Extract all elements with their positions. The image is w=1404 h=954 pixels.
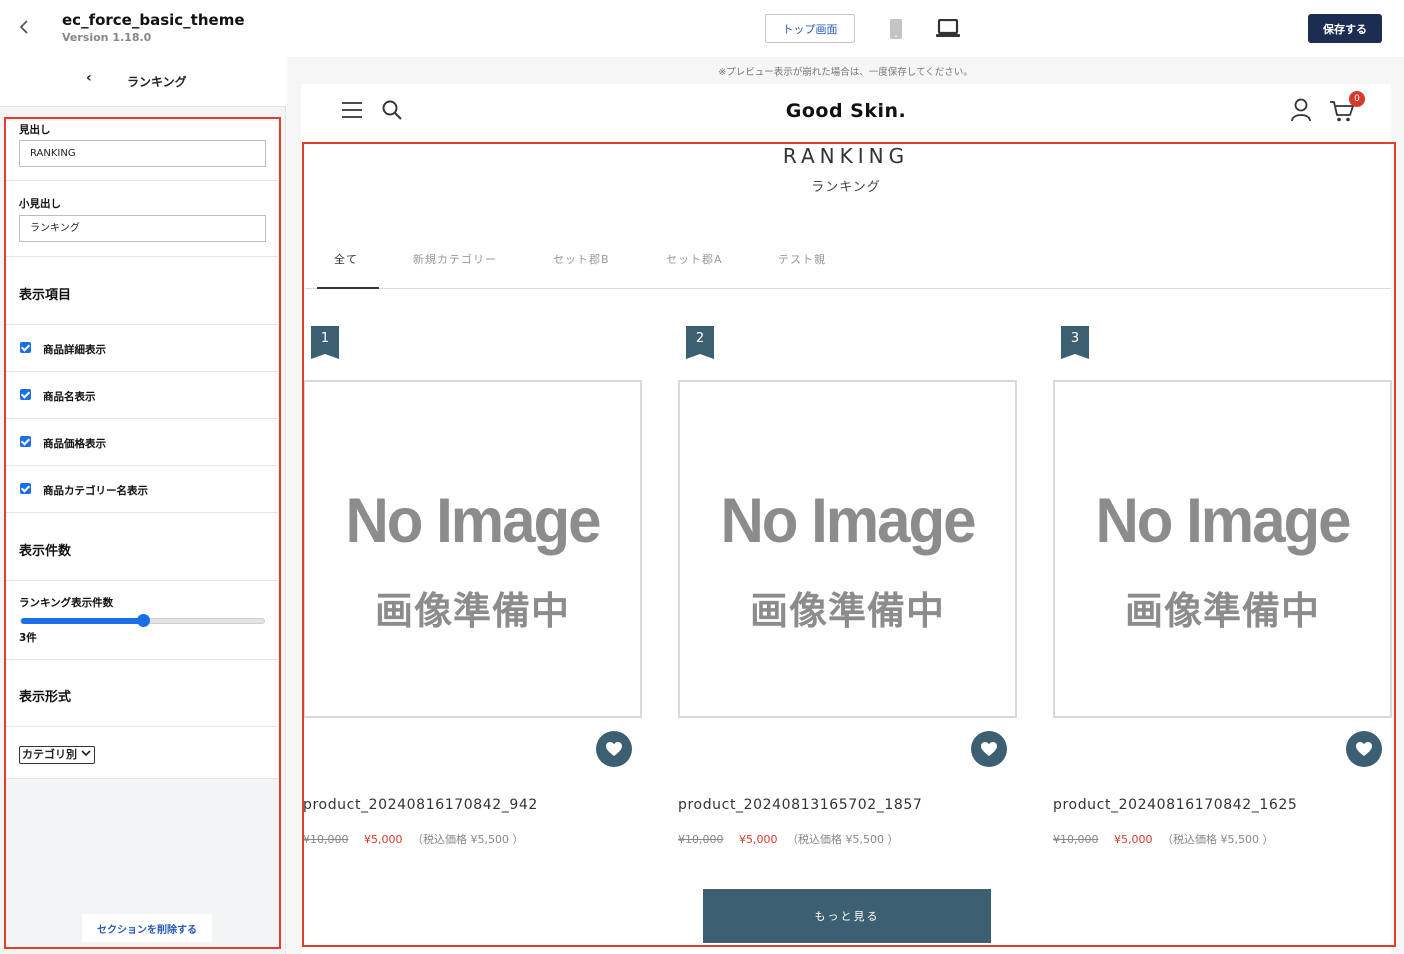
- tab-test-parent[interactable]: テスト親: [778, 251, 826, 267]
- display-count-heading: 表示件数: [19, 544, 72, 559]
- rank-badge: 1: [311, 326, 339, 359]
- format-select-row: カテゴリ別: [6, 727, 278, 779]
- theme-version: Version 1.18.0: [62, 31, 152, 44]
- product-name[interactable]: product_20240813165702_1857: [678, 797, 922, 813]
- original-price: ¥10,000: [678, 833, 724, 846]
- product-category-checkbox[interactable]: [20, 483, 31, 494]
- save-button[interactable]: 保存する: [1308, 14, 1382, 43]
- product-detail-checkbox[interactable]: [20, 342, 31, 353]
- chevron-down-icon: [81, 748, 91, 764]
- ranking-subtitle: ランキング: [811, 180, 881, 195]
- view-more-button[interactable]: もっと見る: [703, 889, 991, 943]
- ranking-count-slider[interactable]: [20, 614, 265, 627]
- display-format-heading: 表示形式: [19, 690, 72, 705]
- rank-badge: 3: [1061, 326, 1089, 359]
- display-items-row: 表示項目: [6, 257, 278, 325]
- heading-field-row: 見出し RANKING: [6, 121, 278, 181]
- active-tab-underline: [317, 287, 379, 289]
- sale-price: ¥5,000: [364, 833, 403, 846]
- heart-icon: [981, 742, 997, 756]
- checkbox-label: 商品カテゴリー名表示: [43, 485, 148, 497]
- count-heading-row: 表示件数: [6, 513, 278, 581]
- checkbox-row: 商品カテゴリー名表示: [6, 466, 278, 513]
- site-header: Good Skin. 0: [301, 84, 1391, 144]
- product-price-checkbox[interactable]: [20, 436, 31, 447]
- original-price: ¥10,000: [1053, 833, 1099, 846]
- ranking-count-label: ランキング表示件数: [19, 597, 114, 609]
- ranking-count-value: 3件: [19, 632, 37, 644]
- checkbox-row: 商品価格表示: [6, 419, 278, 466]
- no-image-jp-text: 画像準備中: [749, 589, 945, 633]
- no-image-text: No Image: [1095, 485, 1351, 556]
- price-row: ¥10,000 ¥5,000 （税込価格 ¥5,500 ）: [678, 831, 898, 847]
- favorite-button[interactable]: [596, 731, 632, 767]
- favorite-button[interactable]: [971, 731, 1007, 767]
- heart-icon: [1356, 742, 1372, 756]
- tab-set-a[interactable]: セット郡A: [666, 251, 723, 267]
- checkbox-row: 商品詳細表示: [6, 325, 278, 372]
- theme-name: ec_force_basic_theme: [62, 11, 245, 29]
- sale-price: ¥5,000: [1114, 833, 1153, 846]
- price-row: ¥10,000 ¥5,000 （税込価格 ¥5,500 ）: [1053, 831, 1273, 847]
- delete-section-button[interactable]: セクションを削除する: [82, 914, 212, 942]
- product-name[interactable]: product_20240816170842_1625: [1053, 797, 1297, 813]
- site-logo[interactable]: Good Skin.: [301, 100, 1391, 122]
- checkbox-label: 商品名表示: [43, 391, 96, 403]
- rank-badge: 2: [686, 326, 714, 359]
- top-screen-button[interactable]: トップ画面: [765, 14, 855, 43]
- favorite-button[interactable]: [1346, 731, 1382, 767]
- tab-new-category[interactable]: 新規カテゴリー: [413, 251, 497, 267]
- slider-fill: [21, 618, 143, 624]
- select-value: カテゴリ別: [22, 748, 77, 761]
- format-heading-row: 表示形式: [6, 660, 278, 727]
- no-image-text: No Image: [720, 485, 976, 556]
- heading-label: 見出し: [19, 124, 51, 136]
- no-image-jp-text: 画像準備中: [374, 589, 570, 633]
- no-image-jp-text: 画像準備中: [1124, 589, 1320, 633]
- sidebar-header: ‹ ランキング: [0, 57, 286, 107]
- back-arrow-icon[interactable]: [14, 16, 36, 38]
- price-row: ¥10,000 ¥5,000 （税込価格 ¥5,500 ）: [303, 831, 523, 847]
- no-image-text: No Image: [345, 485, 601, 556]
- heart-icon: [606, 742, 622, 756]
- tax-included-price: （税込価格 ¥5,500 ）: [412, 833, 524, 846]
- site-preview: Good Skin. 0 RANKING ランキング 全て 新規カテゴリー セッ…: [301, 84, 1392, 954]
- settings-sidebar: ‹ ランキング 見出し RANKING 小見出し ランキング 表示項目 商品詳細…: [0, 57, 286, 954]
- tax-included-price: （税込価格 ¥5,500 ）: [787, 833, 899, 846]
- top-bar: ec_force_basic_theme Version 1.18.0 トップ画…: [0, 0, 1404, 57]
- user-icon[interactable]: [1290, 98, 1312, 122]
- subheading-input[interactable]: ランキング: [19, 215, 266, 242]
- product-image[interactable]: No Image 画像準備中: [678, 380, 1017, 718]
- subheading-label: 小見出し: [19, 198, 61, 210]
- category-tabs: 全て 新規カテゴリー セット郡B セット郡A テスト親: [305, 239, 1391, 289]
- display-items-heading: 表示項目: [19, 288, 72, 303]
- mobile-device-icon[interactable]: [889, 19, 903, 39]
- tax-included-price: （税込価格 ¥5,500 ）: [1162, 833, 1274, 846]
- checkbox-label: 商品詳細表示: [43, 344, 106, 356]
- sidebar-title: ランキング: [127, 75, 187, 89]
- product-name[interactable]: product_20240816170842_942: [303, 797, 538, 813]
- settings-panel: 見出し RANKING 小見出し ランキング 表示項目 商品詳細表示 商品名表示…: [6, 121, 278, 779]
- display-format-select[interactable]: カテゴリ別: [19, 746, 95, 764]
- sidebar-back-icon[interactable]: ‹: [86, 70, 92, 86]
- checkbox-row: 商品名表示: [6, 372, 278, 419]
- ranking-count-row: ランキング表示件数 3件: [6, 581, 278, 660]
- product-name-checkbox[interactable]: [20, 389, 31, 400]
- desktop-device-icon[interactable]: [935, 18, 961, 39]
- checkbox-label: 商品価格表示: [43, 438, 106, 450]
- preview-note: ※プレビュー表示が崩れた場合は、一度保存してください。: [718, 67, 973, 78]
- preview-area: ※プレビュー表示が崩れた場合は、一度保存してください。 Good Skin. 0…: [287, 57, 1404, 954]
- ranking-title: RANKING: [782, 144, 910, 168]
- original-price: ¥10,000: [303, 833, 349, 846]
- cart-count-badge: 0: [1349, 91, 1365, 107]
- product-image[interactable]: No Image 画像準備中: [303, 380, 642, 718]
- slider-thumb[interactable]: [136, 614, 150, 627]
- sale-price: ¥5,000: [739, 833, 778, 846]
- tab-all[interactable]: 全て: [334, 251, 358, 267]
- tab-set-b[interactable]: セット郡B: [553, 251, 610, 267]
- heading-input[interactable]: RANKING: [19, 140, 266, 167]
- subheading-field-row: 小見出し ランキング: [6, 181, 278, 257]
- product-image[interactable]: No Image 画像準備中: [1053, 380, 1392, 718]
